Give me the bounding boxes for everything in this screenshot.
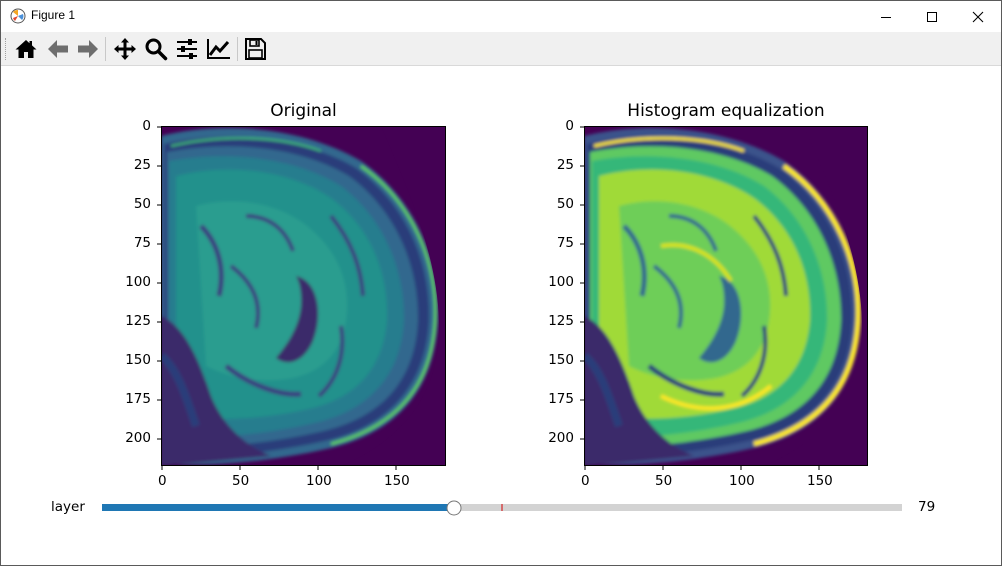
title-bar: Figure 1 (1, 1, 1001, 32)
back-icon (48, 40, 68, 58)
ytick-label: 200 (548, 430, 574, 446)
ytick-label: 25 (133, 157, 151, 173)
xtick-label: 100 (306, 473, 332, 489)
matplotlib-app-icon (10, 8, 26, 24)
xtick-label: 100 (729, 473, 755, 489)
ytick-label: 125 (125, 313, 151, 329)
customize-icon (207, 39, 230, 59)
original-axes-title: Original (270, 101, 337, 121)
minimize-button[interactable] (863, 1, 909, 32)
save-icon (245, 38, 266, 60)
ytick-label: 100 (548, 274, 574, 290)
equalized-image (584, 126, 868, 466)
navigation-toolbar (1, 32, 1001, 66)
ytick-label: 125 (548, 313, 574, 329)
ytick-label: 150 (548, 352, 574, 368)
ytick-label: 175 (548, 391, 574, 407)
zoom-button[interactable] (142, 35, 170, 63)
ytick-label: 25 (556, 157, 574, 173)
slider-handle[interactable] (446, 500, 462, 516)
ytick-label: 50 (556, 196, 574, 212)
xtick-label: 150 (384, 473, 410, 489)
xtick-label: 150 (807, 473, 833, 489)
ytick-label: 50 (133, 196, 151, 212)
close-button[interactable] (955, 1, 1001, 32)
ytick-label: 150 (125, 352, 151, 368)
ytick-label: 175 (125, 391, 151, 407)
figure-canvas[interactable]: Original Histogram equalization 0 25 50 … (1, 66, 1001, 565)
equalized-axes-title: Histogram equalization (627, 101, 825, 121)
customize-button[interactable] (205, 35, 233, 63)
close-icon (972, 11, 984, 22)
ytick-label: 75 (556, 235, 574, 251)
maximize-button[interactable] (909, 1, 955, 32)
xtick-label: 50 (655, 473, 673, 489)
subplots-button[interactable] (173, 35, 201, 63)
pan-button[interactable] (111, 35, 139, 63)
layer-slider[interactable] (102, 500, 902, 516)
ytick-label: 75 (133, 235, 151, 251)
toolbar-grip (5, 38, 8, 60)
forward-icon (78, 40, 98, 58)
ytick-label: 0 (142, 118, 151, 134)
ytick-label: 200 (125, 430, 151, 446)
toolbar-separator (105, 37, 106, 61)
subplots-icon (177, 39, 197, 59)
home-icon (15, 40, 37, 58)
window-title: Figure 1 (31, 8, 76, 22)
minimize-icon (881, 16, 891, 18)
slider-value: 79 (918, 499, 936, 515)
pan-icon (114, 38, 136, 60)
figure-svg (102, 126, 902, 516)
maximize-icon (927, 11, 937, 22)
xtick-label: 50 (232, 473, 250, 489)
ytick-label: 0 (565, 118, 574, 134)
home-button[interactable] (12, 35, 40, 63)
ytick-label: 100 (125, 274, 151, 290)
figure-window: Figure 1 Original Histogram equalization… (0, 0, 1002, 566)
slider-fill (102, 504, 454, 511)
slider-label: layer (51, 499, 85, 515)
save-button[interactable] (241, 35, 269, 63)
toolbar-separator (237, 37, 238, 61)
back-button[interactable] (44, 35, 72, 63)
forward-button[interactable] (74, 35, 102, 63)
zoom-icon (145, 38, 168, 61)
xtick-label: 0 (581, 473, 590, 489)
xtick-label: 0 (158, 473, 167, 489)
original-image (161, 126, 446, 466)
